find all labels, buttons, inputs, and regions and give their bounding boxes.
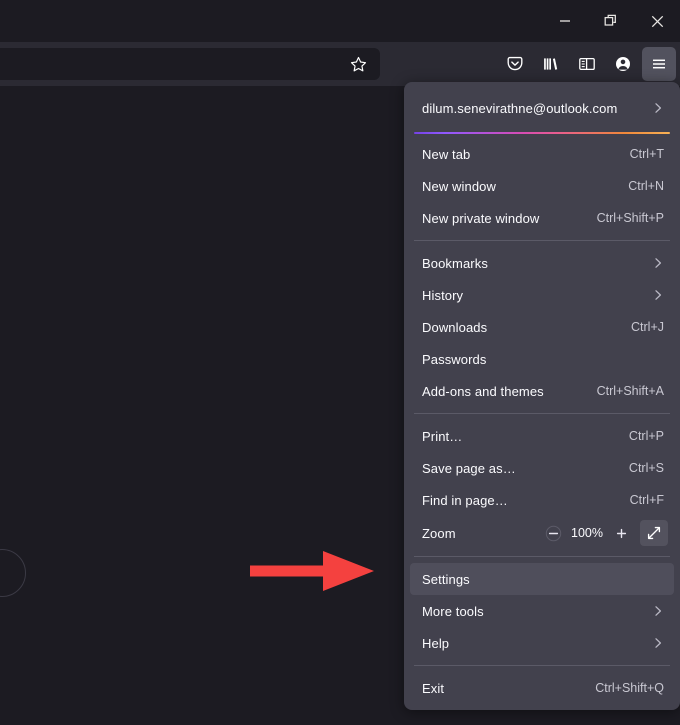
zoom-in-button[interactable]: [608, 520, 634, 546]
pocket-icon: [506, 55, 524, 73]
sidebar-icon: [578, 55, 596, 73]
menu-item-label: New private window: [422, 211, 597, 226]
menu-item-label: Settings: [422, 572, 668, 587]
zoom-in-icon: [613, 525, 630, 542]
bookmark-button[interactable]: [342, 48, 374, 80]
menu-item-settings[interactable]: Settings: [410, 563, 674, 595]
browser-window: dilum.senevirathne@outlook.com New tab C…: [0, 0, 680, 725]
menu-group-page-actions: Print… Ctrl+P Save page as… Ctrl+S Find …: [404, 420, 680, 516]
menu-item-label: Exit: [422, 681, 595, 696]
toolbar-icon-group: [498, 46, 676, 82]
title-bar: [0, 0, 680, 42]
decorative-circle: [0, 549, 26, 597]
close-button[interactable]: [634, 0, 680, 42]
menu-item-label: Help: [422, 636, 650, 651]
url-bar[interactable]: [0, 48, 380, 80]
minimize-button[interactable]: [542, 0, 588, 42]
navigation-toolbar: [0, 42, 680, 86]
menu-item-new-private-window[interactable]: New private window Ctrl+Shift+P: [410, 202, 674, 234]
restore-icon: [604, 14, 618, 28]
menu-item-shortcut: Ctrl+Shift+A: [597, 384, 668, 398]
menu-item-zoom: Zoom 100%: [410, 516, 674, 550]
zoom-level-value: 100%: [568, 526, 606, 540]
menu-item-shortcut: Ctrl+F: [630, 493, 668, 507]
menu-item-downloads[interactable]: Downloads Ctrl+J: [410, 311, 674, 343]
app-menu-panel: dilum.senevirathne@outlook.com New tab C…: [404, 82, 680, 710]
star-icon: [350, 56, 367, 73]
account-avatar-icon: [614, 55, 632, 73]
menu-item-new-window[interactable]: New window Ctrl+N: [410, 170, 674, 202]
menu-item-label: Save page as…: [422, 461, 629, 476]
menu-item-passwords[interactable]: Passwords: [410, 343, 674, 375]
menu-separator: [414, 665, 670, 666]
library-icon: [542, 55, 560, 73]
sidebar-button[interactable]: [570, 47, 604, 81]
menu-item-shortcut: Ctrl+P: [629, 429, 668, 443]
menu-item-label: Bookmarks: [422, 256, 650, 271]
menu-item-shortcut: Ctrl+J: [631, 320, 668, 334]
menu-item-history[interactable]: History: [410, 279, 674, 311]
menu-separator: [414, 413, 670, 414]
menu-item-print[interactable]: Print… Ctrl+P: [410, 420, 674, 452]
restore-button[interactable]: [588, 0, 634, 42]
menu-item-addons-and-themes[interactable]: Add-ons and themes Ctrl+Shift+A: [410, 375, 674, 407]
hamburger-menu-button[interactable]: [642, 47, 676, 81]
chevron-right-icon: [650, 255, 666, 271]
menu-item-shortcut: Ctrl+Shift+Q: [595, 681, 668, 695]
menu-item-find-in-page[interactable]: Find in page… Ctrl+F: [410, 484, 674, 516]
menu-item-label: Print…: [422, 429, 629, 444]
menu-item-label: History: [422, 288, 650, 303]
menu-group-tools: More tools Help: [404, 595, 680, 659]
menu-item-label: New window: [422, 179, 628, 194]
library-button[interactable]: [534, 47, 568, 81]
firefox-gradient-divider: [414, 132, 670, 134]
menu-item-label: Add-ons and themes: [422, 384, 597, 399]
pocket-button[interactable]: [498, 47, 532, 81]
zoom-out-button[interactable]: [540, 520, 566, 546]
hamburger-menu-icon: [650, 55, 668, 73]
red-arrow-annotation: [250, 549, 374, 593]
menu-separator: [414, 556, 670, 557]
menu-item-save-page-as[interactable]: Save page as… Ctrl+S: [410, 452, 674, 484]
menu-item-shortcut: Ctrl+S: [629, 461, 668, 475]
close-icon: [651, 15, 664, 28]
menu-item-shortcut: Ctrl+T: [630, 147, 668, 161]
menu-item-exit[interactable]: Exit Ctrl+Shift+Q: [410, 672, 674, 704]
menu-group-new: New tab Ctrl+T New window Ctrl+N New pri…: [404, 138, 680, 234]
fullscreen-icon: [646, 525, 662, 541]
menu-item-bookmarks[interactable]: Bookmarks: [410, 247, 674, 279]
menu-group-library: Bookmarks History Downloads Ctrl+J Passw…: [404, 247, 680, 407]
menu-item-new-tab[interactable]: New tab Ctrl+T: [410, 138, 674, 170]
chevron-right-icon: [650, 100, 666, 116]
account-email-label: dilum.senevirathne@outlook.com: [422, 101, 650, 116]
fullscreen-button[interactable]: [640, 520, 668, 546]
chevron-right-icon: [650, 635, 666, 651]
menu-item-shortcut: Ctrl+N: [628, 179, 668, 193]
menu-item-more-tools[interactable]: More tools: [410, 595, 674, 627]
menu-item-label: Find in page…: [422, 493, 630, 508]
chevron-right-icon: [650, 287, 666, 303]
zoom-controls: 100%: [540, 520, 668, 546]
menu-item-help[interactable]: Help: [410, 627, 674, 659]
menu-item-account[interactable]: dilum.senevirathne@outlook.com: [410, 88, 674, 128]
chevron-right-icon: [650, 603, 666, 619]
menu-item-label: New tab: [422, 147, 630, 162]
zoom-out-icon: [545, 525, 562, 542]
zoom-label: Zoom: [422, 526, 540, 541]
menu-item-label: Downloads: [422, 320, 631, 335]
menu-item-label: Passwords: [422, 352, 664, 367]
menu-separator: [414, 240, 670, 241]
minimize-icon: [559, 15, 571, 27]
window-controls: [542, 0, 680, 42]
account-avatar-button[interactable]: [606, 47, 640, 81]
menu-item-label: More tools: [422, 604, 650, 619]
menu-item-shortcut: Ctrl+Shift+P: [597, 211, 668, 225]
